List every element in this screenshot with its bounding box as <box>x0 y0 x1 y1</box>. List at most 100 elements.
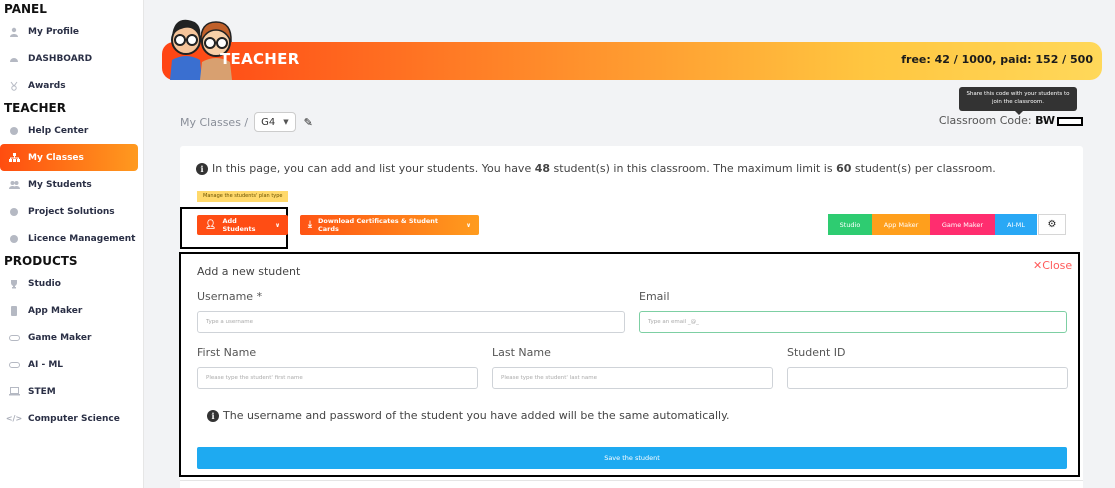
solutions-icon <box>8 206 20 218</box>
product-filter-pills: Studio App Maker Game Maker AI-ML ⚙ <box>828 214 1066 235</box>
manage-plan-type-tag[interactable]: Manage the students' plan type <box>197 191 289 202</box>
laptop-icon <box>8 386 20 398</box>
breadcrumb-my-classes[interactable]: My Classes / <box>180 116 248 129</box>
code-icon: </> <box>5 414 23 423</box>
sidebar-item-dashboard[interactable]: DASHBOARD <box>0 45 143 72</box>
sidebar-item-help-center[interactable]: Help Center <box>0 117 143 144</box>
sidebar-item-project-solutions[interactable]: Project Solutions <box>0 198 143 225</box>
breadcrumb: My Classes / G4 ▼ ✎ <box>180 112 313 132</box>
sidebar: PANEL My Profile DASHBOARD Awards TEACHE… <box>0 0 144 488</box>
classroom-code: Classroom Code: BW <box>939 114 1083 127</box>
sidebar-item-label: DASHBOARD <box>28 53 93 64</box>
sidebar-item-label: Help Center <box>28 125 89 136</box>
first-name-label: First Name <box>197 346 257 359</box>
student-limit: 60 <box>836 162 852 175</box>
sidebar-item-label: Computer Science <box>28 413 120 424</box>
info-text: In this page, you can add and list your … <box>212 162 535 175</box>
dashboard-icon <box>8 53 20 65</box>
sidebar-section-title: PANEL <box>4 2 47 16</box>
student-id-label: Student ID <box>787 346 846 359</box>
classroom-code-value: BW <box>1035 114 1055 127</box>
selected-class-value: G4 <box>261 116 276 128</box>
download-label: Download Certificates & Student Cards <box>317 217 439 233</box>
licence-icon <box>8 233 20 245</box>
sidebar-section-title: TEACHER <box>4 101 66 115</box>
chevron-down-icon: ∨ <box>275 221 280 229</box>
sidebar-item-label: My Profile <box>28 26 80 37</box>
sidebar-item-app-maker[interactable]: App Maker <box>0 297 143 324</box>
sidebar-item-licence-management[interactable]: Licence Management <box>0 225 143 252</box>
pencil-icon[interactable]: ✎ <box>304 116 313 129</box>
pill-ai-ml[interactable]: AI-ML <box>995 214 1037 235</box>
license-usage-stats: free: 42 / 1000, paid: 152 / 500 <box>901 53 1093 66</box>
student-count: 48 <box>534 162 551 175</box>
award-icon <box>8 80 20 92</box>
student-id-input[interactable] <box>787 367 1068 389</box>
sidebar-item-ai-ml[interactable]: AI - ML <box>0 351 143 378</box>
classroom-code-tooltip: Share this code with your students to jo… <box>959 87 1077 115</box>
help-icon <box>8 125 20 137</box>
form-note: i The username and password of the studen… <box>207 409 730 422</box>
close-icon: ✕ <box>1033 259 1043 272</box>
sidebar-item-my-profile[interactable]: My Profile <box>0 18 143 45</box>
info-message: i In this page, you can add and list your… <box>196 162 996 175</box>
username-input[interactable]: Type a username <box>197 311 625 333</box>
sidebar-item-label: Game Maker <box>28 332 92 343</box>
add-student-form <box>179 252 1080 477</box>
close-button[interactable]: ✕Close <box>1033 259 1072 272</box>
sidebar-item-computer-science[interactable]: </> Computer Science <box>0 405 143 432</box>
pill-app-maker[interactable]: App Maker <box>872 214 930 235</box>
first-name-input[interactable]: Please type the student' first name <box>197 367 478 389</box>
sidebar-item-label: My Students <box>28 179 92 190</box>
user-icon: 👤︎ <box>205 220 217 230</box>
download-icon: ⤓ <box>308 220 312 230</box>
sidebar-section-products: PRODUCTS Studio App Maker Game Maker AI … <box>0 252 143 432</box>
gamepad-icon <box>8 332 20 344</box>
last-name-label: Last Name <box>492 346 551 359</box>
save-student-button[interactable]: Save the student <box>197 447 1067 469</box>
classes-icon <box>8 152 20 164</box>
download-certificates-button[interactable]: ⤓ Download Certificates & Student Cards … <box>300 215 479 235</box>
sidebar-item-label: STEM <box>28 386 56 397</box>
close-label: Close <box>1042 259 1073 272</box>
banner-title: TEACHER <box>220 50 300 68</box>
email-input[interactable]: Type an email _@_ <box>639 311 1067 333</box>
info-text: student(s) per classroom. <box>851 162 996 175</box>
form-title: Add a new student <box>197 265 301 278</box>
add-students-button[interactable]: 👤︎ Add Students ∨ <box>197 215 288 235</box>
sidebar-item-label: Studio <box>28 278 61 289</box>
sidebar-item-game-maker[interactable]: Game Maker <box>0 324 143 351</box>
sidebar-item-label: Project Solutions <box>28 206 115 217</box>
gear-icon[interactable]: ⚙ <box>1038 214 1066 235</box>
info-text: student(s) in this classroom. The maximu… <box>550 162 837 175</box>
sidebar-item-my-students[interactable]: My Students <box>0 171 143 198</box>
phone-icon <box>8 305 20 317</box>
sidebar-item-stem[interactable]: STEM <box>0 378 143 405</box>
sidebar-section-title: PRODUCTS <box>4 254 78 268</box>
username-label: Username * <box>197 290 263 303</box>
ai-icon <box>8 359 20 371</box>
students-icon <box>8 179 20 191</box>
sidebar-section-teacher: TEACHER Help Center My Classes My Studen… <box>0 99 143 252</box>
sidebar-item-label: Licence Management <box>28 233 136 244</box>
class-select-dropdown[interactable]: G4 ▼ <box>254 112 296 132</box>
form-note-text: The username and password of the student… <box>223 409 730 422</box>
sidebar-item-awards[interactable]: Awards <box>0 72 143 99</box>
email-label: Email <box>639 290 670 303</box>
last-name-input[interactable]: Please type the student' last name <box>492 367 773 389</box>
sidebar-item-label: My Classes <box>28 152 84 163</box>
teacher-avatars-illustration <box>166 12 240 80</box>
sidebar-item-my-classes[interactable]: My Classes <box>0 144 138 171</box>
pill-studio[interactable]: Studio <box>828 214 872 235</box>
sidebar-item-label: Awards <box>28 80 66 91</box>
sidebar-item-label: AI - ML <box>28 359 64 370</box>
redacted-code-box <box>1057 116 1083 126</box>
chevron-down-icon: ▼ <box>283 118 289 126</box>
user-icon <box>8 26 20 38</box>
classroom-code-label: Classroom Code: <box>938 114 1032 127</box>
chevron-down-icon: ∨ <box>466 221 471 229</box>
pill-game-maker[interactable]: Game Maker <box>930 214 995 235</box>
sidebar-section-panel: PANEL My Profile DASHBOARD Awards <box>0 0 143 99</box>
add-students-label: Add Students <box>222 217 256 233</box>
sidebar-item-studio[interactable]: Studio <box>0 270 143 297</box>
